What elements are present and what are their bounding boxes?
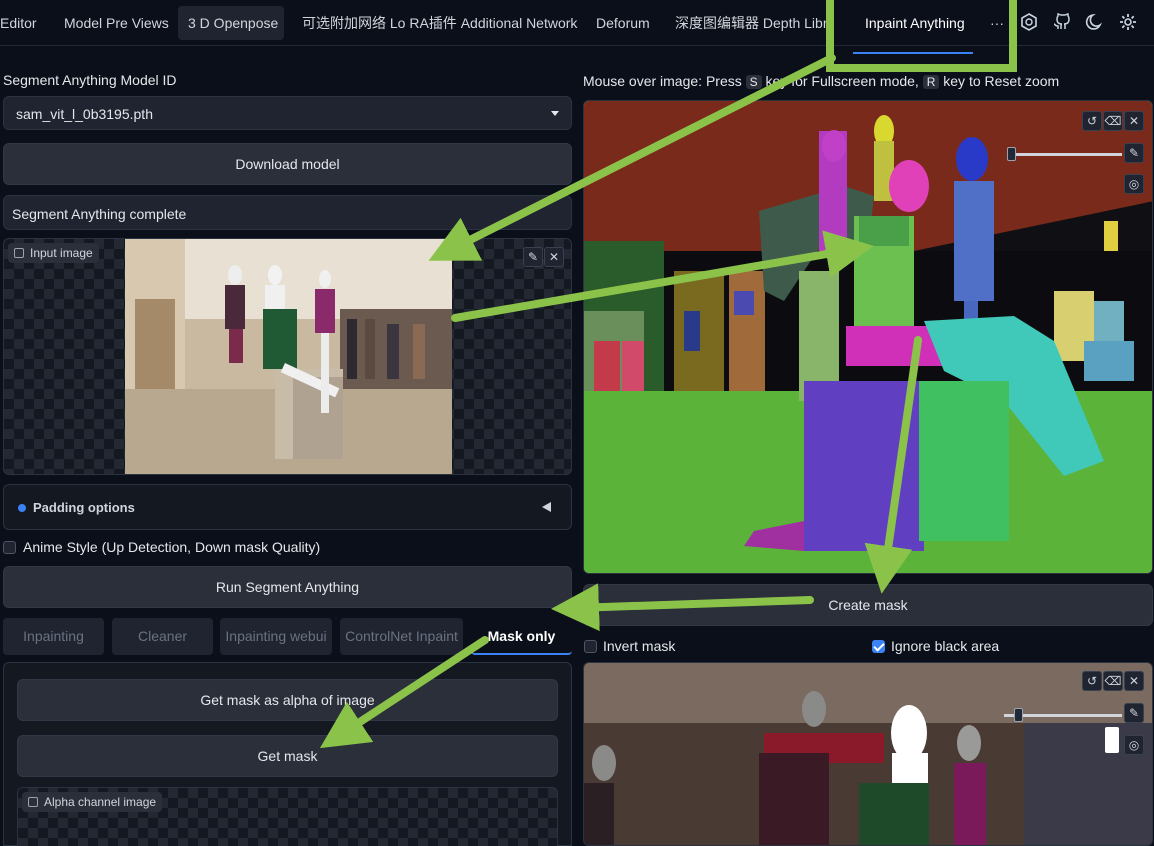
image-icon [28,797,38,807]
zoom-hint: Mouse over image: Press S key for Fullsc… [583,73,1059,89]
hint-text: key to Reset zoom [939,73,1060,89]
masked-photo [584,663,1152,845]
tab-depth-library[interactable]: 深度图编辑器 Depth Library [665,6,829,40]
eraser-icon[interactable]: ⌫ [1103,111,1123,131]
undo-icon[interactable]: ↺ [1082,671,1102,691]
input-image-panel[interactable]: Input image ✎ ✕ [3,238,572,475]
slider-knob[interactable] [1014,708,1023,722]
segmentation-image-panel[interactable]: ↺ ⌫ ✕ ✎ ◎ [583,100,1153,574]
image-icon [14,248,24,258]
hexagon-icon[interactable] [1019,12,1039,32]
slider-knob[interactable] [1007,147,1016,161]
get-mask-button[interactable]: Get mask [17,735,558,777]
alpha-image-chip: Alpha channel image [22,792,163,812]
model-id-label: Segment Anything Model ID [3,72,177,88]
invert-mask-label: Invert mask [603,638,676,654]
alpha-image-label: Alpha channel image [44,795,157,809]
tab-model-pre-views[interactable]: Model Pre Views [54,6,170,40]
key-r: R [922,75,940,89]
status-text: Segment Anything complete [12,206,187,222]
store-photo [125,239,452,474]
gear-icon[interactable] [1118,12,1138,32]
create-mask-button[interactable]: Create mask [583,584,1153,626]
model-id-value: sam_vit_l_0b3195.pth [16,106,153,122]
download-model-button[interactable]: Download model [3,143,572,185]
brush-color-swatch[interactable] [1105,727,1119,753]
tab-additional-networks[interactable]: 可选附加网络 Lo RA插件 Additional Networks [292,6,578,40]
model-id-dropdown[interactable]: sam_vit_l_0b3195.pth [3,96,572,130]
palette-icon[interactable]: ◎ [1124,174,1144,194]
chevron-down-icon [551,111,559,116]
key-s: S [745,75,762,89]
collapse-arrow-icon [542,502,551,512]
close-icon[interactable]: ✕ [544,247,564,267]
close-icon[interactable]: ✕ [1124,111,1144,131]
undo-icon[interactable]: ↺ [1082,111,1102,131]
status-dot [18,504,26,512]
subtab-cleaner[interactable]: Cleaner [112,618,213,655]
subtab-inpainting-webui[interactable]: Inpainting webui [220,618,332,655]
segmentation-map [584,101,1152,573]
get-mask-alpha-button[interactable]: Get mask as alpha of image [17,679,558,721]
brush-icon[interactable]: ✎ [1124,703,1144,723]
ignore-black-area-checkbox[interactable] [872,640,885,653]
moon-icon[interactable] [1085,12,1105,32]
main-tab-bar: Editor Model Pre Views 3 D Openpose 可选附加… [0,0,1154,46]
tab-more[interactable]: ··· [980,6,1008,40]
brush-size-slider[interactable] [1012,153,1122,156]
anime-style-label: Anime Style (Up Detection, Down mask Qua… [23,539,321,555]
run-segment-anything-button[interactable]: Run Segment Anything [3,566,572,608]
hint-text: Mouse over image: Press [583,73,746,89]
subtab-mask-only[interactable]: Mask only [471,618,572,655]
padding-options-accordion[interactable]: Padding options [3,484,572,530]
eraser-icon[interactable]: ⌫ [1103,671,1123,691]
invert-mask-checkbox[interactable] [584,640,597,653]
padding-options-label: Padding options [33,500,135,515]
subtab-controlnet-inpaint[interactable]: ControlNet Inpaint [340,618,463,655]
palette-icon[interactable]: ◎ [1124,735,1144,755]
anime-style-checkbox[interactable] [3,541,16,554]
ignore-black-area-label: Ignore black area [891,638,1000,654]
close-icon[interactable]: ✕ [1124,671,1144,691]
active-tab-indicator [853,52,973,54]
github-icon[interactable] [1052,12,1072,32]
mask-image-panel[interactable]: ↺ ⌫ ✕ ✎ ◎ [583,662,1153,846]
tab-inpaint-anything[interactable]: Inpaint Anything [855,6,973,40]
tab-editor[interactable]: Editor [0,6,46,40]
tab-3d-openpose[interactable]: 3 D Openpose [178,6,284,40]
edit-icon[interactable]: ✎ [523,247,543,267]
alpha-channel-image-panel[interactable]: Alpha channel image [17,787,558,846]
input-image-label: Input image [30,246,93,260]
subtab-inpainting[interactable]: Inpainting [3,618,104,655]
brush-icon[interactable]: ✎ [1124,143,1144,163]
hint-text: key for Fullscreen mode, [761,73,923,89]
status-box: Segment Anything complete [3,195,572,230]
mask-only-panel: Get mask as alpha of image Get mask Alph… [3,662,572,846]
input-image-chip: Input image [8,243,99,263]
tab-deforum[interactable]: Deforum [586,6,658,40]
